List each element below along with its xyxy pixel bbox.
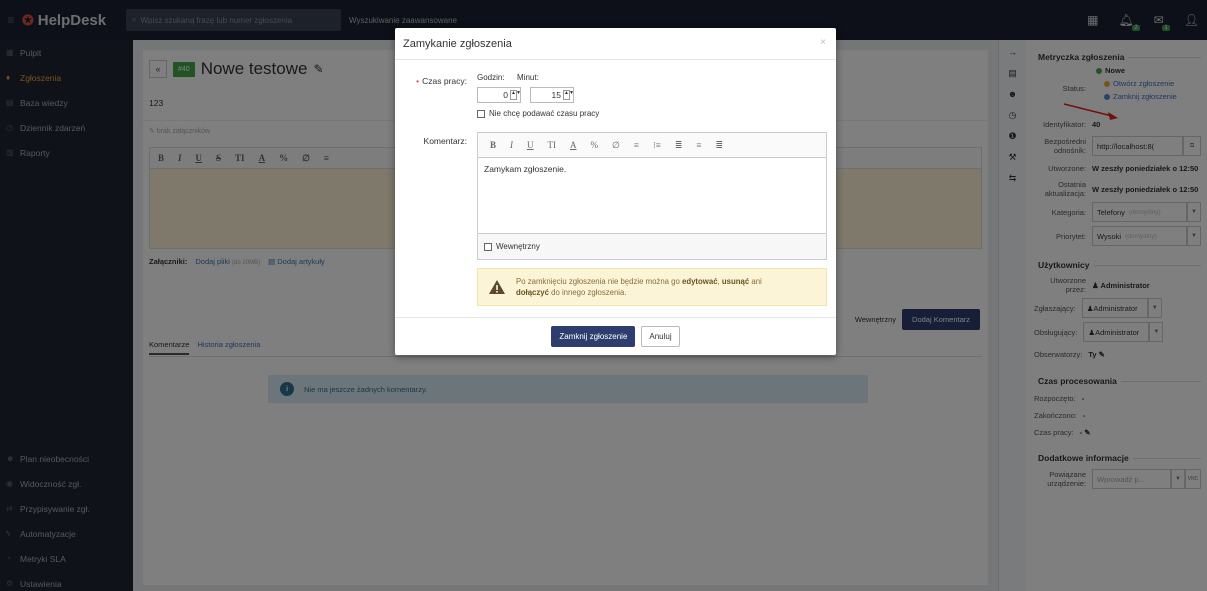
required-marker: • [416, 76, 420, 86]
work-time-label: • Czas pracy: [399, 76, 467, 86]
bold-icon[interactable]: B [490, 140, 496, 150]
font-size-icon[interactable]: TI [548, 140, 557, 150]
align-left-icon[interactable]: ≣ [675, 140, 683, 151]
close-ticket-button[interactable]: Zamknij zgłoszenie [551, 326, 636, 347]
cancel-button[interactable]: Anuluj [641, 326, 680, 347]
internal-checkbox[interactable] [484, 242, 492, 251]
dialog-editor-toolbar: B I U TI A % ∅ ≡ ⁝≡ ≣ ≡ ≣ [477, 132, 827, 158]
minutes-value: 15 [551, 90, 561, 100]
minutes-label: Minut: [517, 73, 539, 82]
warn-delete: usunąć [721, 277, 750, 286]
comment-label: Komentarz: [423, 136, 467, 146]
dialog-title: Zamykanie zgłoszenia [403, 37, 512, 50]
text-color-icon[interactable]: A [570, 140, 577, 150]
minutes-spinner[interactable]: ▲▼ [563, 90, 574, 100]
close-warning: Po zamknięciu zgłoszenia nie będzie możn… [477, 268, 827, 306]
hours-value: 0 [503, 90, 508, 100]
warn-part-1: Po zamknięciu zgłoszenia nie będzie możn… [516, 277, 682, 286]
close-ticket-dialog: Zamykanie zgłoszenia × • Czas pracy: Godz… [395, 28, 836, 355]
dialog-footer: Zamknij zgłoszenie Anuluj [395, 317, 836, 355]
no-time-checkbox[interactable] [477, 109, 485, 118]
align-center-icon[interactable]: ≡ [696, 140, 701, 150]
hours-spinner[interactable]: ▲▼ [510, 90, 521, 100]
underline-icon[interactable]: U [527, 140, 534, 150]
warn-part-2: ani [749, 277, 762, 286]
work-time-label-text: Czas pracy: [422, 76, 467, 86]
unlink-icon[interactable]: ∅ [612, 140, 620, 151]
align-right-icon[interactable]: ≣ [716, 140, 724, 151]
warning-text: Po zamknięciu zgłoszenia nie będzie możn… [516, 276, 762, 298]
internal-label: Wewnętrzny [496, 242, 540, 251]
dialog-comment-editor[interactable]: Zamykam zgłoszenie. [477, 158, 827, 234]
no-time-checkbox-row[interactable]: Nie chcę podawać czasu pracy [477, 109, 599, 118]
dialog-header: Zamykanie zgłoszenia × [395, 28, 836, 60]
close-icon[interactable]: × [820, 37, 826, 48]
warn-attach: dołączyć [516, 288, 549, 297]
minutes-input[interactable]: 15 ▲▼ [530, 87, 574, 103]
italic-icon[interactable]: I [510, 140, 513, 150]
hours-input[interactable]: 0 ▲▼ [477, 87, 521, 103]
warn-edit: edytować [682, 277, 718, 286]
hours-label: Godzin: [477, 73, 505, 82]
bullet-list-icon[interactable]: ≡ [634, 140, 639, 150]
warn-part-3: do innego zgłoszenia. [548, 288, 627, 297]
warning-icon [489, 280, 505, 294]
no-time-label: Nie chcę podawać czasu pracy [489, 109, 600, 118]
numbered-list-icon[interactable]: ⁝≡ [653, 140, 661, 151]
link-icon[interactable]: % [591, 140, 599, 150]
internal-checkbox-row[interactable]: Wewnętrzny [477, 234, 827, 260]
comment-text: Zamykam zgłoszenie. [484, 164, 567, 174]
